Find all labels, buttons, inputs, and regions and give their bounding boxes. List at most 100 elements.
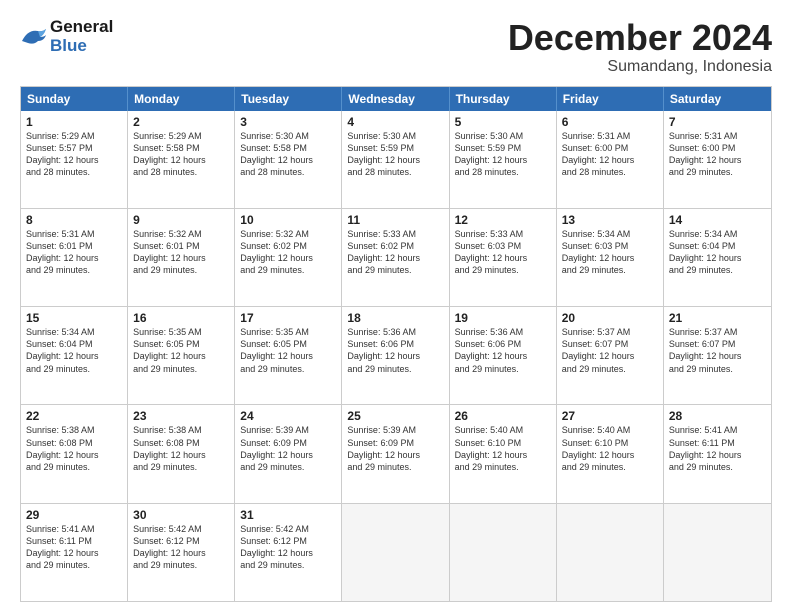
calendar-cell [342, 504, 449, 601]
day-number: 10 [240, 213, 336, 227]
logo-name: General Blue [50, 18, 113, 55]
day-info: Sunrise: 5:40 AM Sunset: 6:10 PM Dayligh… [562, 424, 658, 473]
day-number: 18 [347, 311, 443, 325]
calendar-cell: 10Sunrise: 5:32 AM Sunset: 6:02 PM Dayli… [235, 209, 342, 306]
day-number: 30 [133, 508, 229, 522]
day-number: 12 [455, 213, 551, 227]
day-info: Sunrise: 5:40 AM Sunset: 6:10 PM Dayligh… [455, 424, 551, 473]
day-number: 19 [455, 311, 551, 325]
day-info: Sunrise: 5:37 AM Sunset: 6:07 PM Dayligh… [562, 326, 658, 375]
day-info: Sunrise: 5:39 AM Sunset: 6:09 PM Dayligh… [347, 424, 443, 473]
calendar-cell: 16Sunrise: 5:35 AM Sunset: 6:05 PM Dayli… [128, 307, 235, 404]
calendar-cell: 23Sunrise: 5:38 AM Sunset: 6:08 PM Dayli… [128, 405, 235, 502]
calendar-cell: 31Sunrise: 5:42 AM Sunset: 6:12 PM Dayli… [235, 504, 342, 601]
calendar-cell: 15Sunrise: 5:34 AM Sunset: 6:04 PM Dayli… [21, 307, 128, 404]
logo: General Blue [20, 18, 113, 55]
day-info: Sunrise: 5:41 AM Sunset: 6:11 PM Dayligh… [669, 424, 766, 473]
calendar-cell: 4Sunrise: 5:30 AM Sunset: 5:59 PM Daylig… [342, 111, 449, 208]
calendar-header-cell: Wednesday [342, 87, 449, 111]
day-number: 24 [240, 409, 336, 423]
calendar-header-cell: Tuesday [235, 87, 342, 111]
calendar-cell: 27Sunrise: 5:40 AM Sunset: 6:10 PM Dayli… [557, 405, 664, 502]
day-info: Sunrise: 5:34 AM Sunset: 6:04 PM Dayligh… [26, 326, 122, 375]
day-info: Sunrise: 5:39 AM Sunset: 6:09 PM Dayligh… [240, 424, 336, 473]
day-info: Sunrise: 5:33 AM Sunset: 6:02 PM Dayligh… [347, 228, 443, 277]
day-info: Sunrise: 5:36 AM Sunset: 6:06 PM Dayligh… [455, 326, 551, 375]
day-number: 1 [26, 115, 122, 129]
day-number: 3 [240, 115, 336, 129]
day-number: 21 [669, 311, 766, 325]
day-number: 29 [26, 508, 122, 522]
calendar-cell: 5Sunrise: 5:30 AM Sunset: 5:59 PM Daylig… [450, 111, 557, 208]
day-info: Sunrise: 5:31 AM Sunset: 6:00 PM Dayligh… [669, 130, 766, 179]
calendar-cell: 11Sunrise: 5:33 AM Sunset: 6:02 PM Dayli… [342, 209, 449, 306]
day-number: 27 [562, 409, 658, 423]
calendar-cell: 17Sunrise: 5:35 AM Sunset: 6:05 PM Dayli… [235, 307, 342, 404]
day-info: Sunrise: 5:29 AM Sunset: 5:57 PM Dayligh… [26, 130, 122, 179]
calendar-title: December 2024 [508, 18, 772, 58]
day-info: Sunrise: 5:30 AM Sunset: 5:58 PM Dayligh… [240, 130, 336, 179]
day-number: 7 [669, 115, 766, 129]
day-info: Sunrise: 5:34 AM Sunset: 6:04 PM Dayligh… [669, 228, 766, 277]
day-number: 28 [669, 409, 766, 423]
day-number: 15 [26, 311, 122, 325]
day-info: Sunrise: 5:41 AM Sunset: 6:11 PM Dayligh… [26, 523, 122, 572]
day-info: Sunrise: 5:30 AM Sunset: 5:59 PM Dayligh… [347, 130, 443, 179]
day-number: 26 [455, 409, 551, 423]
calendar: SundayMondayTuesdayWednesdayThursdayFrid… [20, 86, 772, 602]
calendar-header-cell: Sunday [21, 87, 128, 111]
day-info: Sunrise: 5:33 AM Sunset: 6:03 PM Dayligh… [455, 228, 551, 277]
header: General Blue December 2024 Sumandang, In… [20, 18, 772, 76]
day-info: Sunrise: 5:34 AM Sunset: 6:03 PM Dayligh… [562, 228, 658, 277]
calendar-cell: 1Sunrise: 5:29 AM Sunset: 5:57 PM Daylig… [21, 111, 128, 208]
calendar-cell [450, 504, 557, 601]
day-info: Sunrise: 5:31 AM Sunset: 6:00 PM Dayligh… [562, 130, 658, 179]
day-number: 8 [26, 213, 122, 227]
day-info: Sunrise: 5:38 AM Sunset: 6:08 PM Dayligh… [26, 424, 122, 473]
calendar-week-row: 1Sunrise: 5:29 AM Sunset: 5:57 PM Daylig… [21, 111, 771, 209]
calendar-cell: 26Sunrise: 5:40 AM Sunset: 6:10 PM Dayli… [450, 405, 557, 502]
calendar-header-row: SundayMondayTuesdayWednesdayThursdayFrid… [21, 87, 771, 111]
day-info: Sunrise: 5:35 AM Sunset: 6:05 PM Dayligh… [240, 326, 336, 375]
calendar-cell: 24Sunrise: 5:39 AM Sunset: 6:09 PM Dayli… [235, 405, 342, 502]
calendar-cell: 18Sunrise: 5:36 AM Sunset: 6:06 PM Dayli… [342, 307, 449, 404]
day-info: Sunrise: 5:29 AM Sunset: 5:58 PM Dayligh… [133, 130, 229, 179]
calendar-cell: 8Sunrise: 5:31 AM Sunset: 6:01 PM Daylig… [21, 209, 128, 306]
day-info: Sunrise: 5:42 AM Sunset: 6:12 PM Dayligh… [240, 523, 336, 572]
title-area: December 2024 Sumandang, Indonesia [508, 18, 772, 76]
day-info: Sunrise: 5:42 AM Sunset: 6:12 PM Dayligh… [133, 523, 229, 572]
logo-blue: Blue [50, 37, 113, 56]
calendar-header-cell: Monday [128, 87, 235, 111]
day-info: Sunrise: 5:38 AM Sunset: 6:08 PM Dayligh… [133, 424, 229, 473]
calendar-cell: 13Sunrise: 5:34 AM Sunset: 6:03 PM Dayli… [557, 209, 664, 306]
day-info: Sunrise: 5:35 AM Sunset: 6:05 PM Dayligh… [133, 326, 229, 375]
page: General Blue December 2024 Sumandang, In… [0, 0, 792, 612]
calendar-week-row: 8Sunrise: 5:31 AM Sunset: 6:01 PM Daylig… [21, 209, 771, 307]
calendar-header-cell: Saturday [664, 87, 771, 111]
day-number: 4 [347, 115, 443, 129]
calendar-cell: 2Sunrise: 5:29 AM Sunset: 5:58 PM Daylig… [128, 111, 235, 208]
day-info: Sunrise: 5:31 AM Sunset: 6:01 PM Dayligh… [26, 228, 122, 277]
day-number: 5 [455, 115, 551, 129]
calendar-cell: 7Sunrise: 5:31 AM Sunset: 6:00 PM Daylig… [664, 111, 771, 208]
calendar-cell: 21Sunrise: 5:37 AM Sunset: 6:07 PM Dayli… [664, 307, 771, 404]
calendar-cell: 29Sunrise: 5:41 AM Sunset: 6:11 PM Dayli… [21, 504, 128, 601]
calendar-cell: 14Sunrise: 5:34 AM Sunset: 6:04 PM Dayli… [664, 209, 771, 306]
day-number: 25 [347, 409, 443, 423]
logo-bird-icon [20, 27, 48, 47]
logo-general: General [50, 18, 113, 37]
calendar-cell: 22Sunrise: 5:38 AM Sunset: 6:08 PM Dayli… [21, 405, 128, 502]
calendar-cell: 3Sunrise: 5:30 AM Sunset: 5:58 PM Daylig… [235, 111, 342, 208]
day-number: 23 [133, 409, 229, 423]
day-number: 20 [562, 311, 658, 325]
day-number: 11 [347, 213, 443, 227]
day-number: 9 [133, 213, 229, 227]
day-info: Sunrise: 5:36 AM Sunset: 6:06 PM Dayligh… [347, 326, 443, 375]
calendar-week-row: 22Sunrise: 5:38 AM Sunset: 6:08 PM Dayli… [21, 405, 771, 503]
calendar-week-row: 29Sunrise: 5:41 AM Sunset: 6:11 PM Dayli… [21, 504, 771, 601]
calendar-cell: 6Sunrise: 5:31 AM Sunset: 6:00 PM Daylig… [557, 111, 664, 208]
calendar-header-cell: Friday [557, 87, 664, 111]
day-number: 31 [240, 508, 336, 522]
calendar-cell: 19Sunrise: 5:36 AM Sunset: 6:06 PM Dayli… [450, 307, 557, 404]
day-number: 6 [562, 115, 658, 129]
